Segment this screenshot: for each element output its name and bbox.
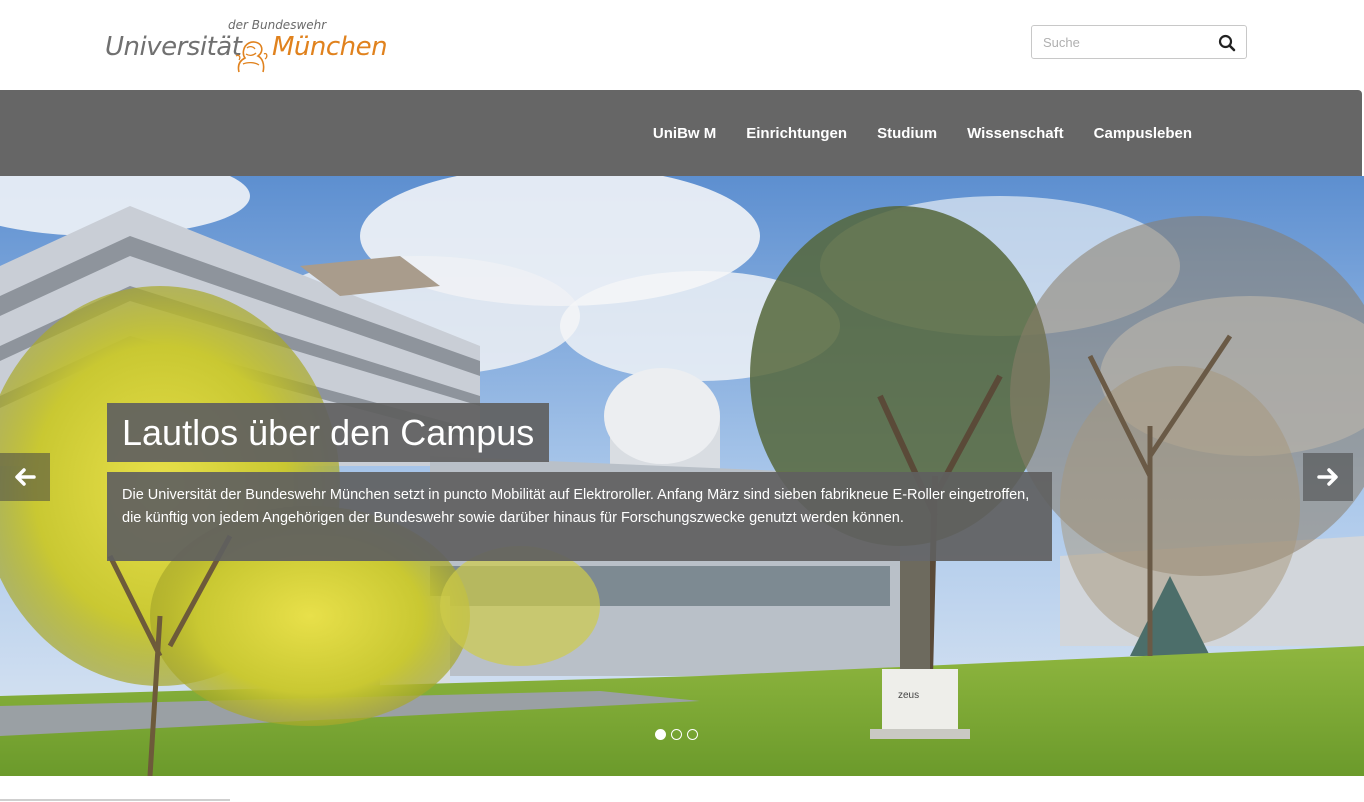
nav-item-studium[interactable]: Studium bbox=[877, 125, 937, 142]
arrow-right-icon bbox=[1317, 468, 1338, 486]
nav-item-einrichtungen[interactable]: Einrichtungen bbox=[746, 125, 847, 142]
carousel-prev-button[interactable] bbox=[0, 453, 50, 501]
logo-text-muenchen: München bbox=[272, 32, 388, 62]
search-icon[interactable] bbox=[1218, 34, 1236, 52]
logo-subtitle: der Bundeswehr bbox=[228, 18, 327, 32]
carousel-dot-3[interactable] bbox=[687, 729, 698, 740]
nav-item-unibw-m[interactable]: UniBw M bbox=[653, 125, 716, 142]
logo-text-universitaet: Universität bbox=[105, 32, 242, 62]
main-navigation: UniBw M Einrichtungen Studium Wissenscha… bbox=[0, 90, 1362, 176]
nav-item-wissenschaft[interactable]: Wissenschaft bbox=[967, 125, 1064, 142]
carousel-dot-2[interactable] bbox=[671, 729, 682, 740]
site-header: der Bundeswehr Universität München bbox=[0, 0, 1364, 90]
university-logo[interactable]: der Bundeswehr Universität München bbox=[105, 16, 388, 76]
search-box bbox=[1031, 25, 1247, 59]
arrow-left-icon bbox=[15, 468, 36, 486]
slide-description: Die Universität der Bundeswehr München s… bbox=[107, 472, 1052, 561]
statue-sign-text: zeus bbox=[898, 690, 919, 701]
search-input[interactable] bbox=[1032, 26, 1212, 58]
content-divider bbox=[0, 799, 230, 801]
carousel-indicators bbox=[655, 729, 698, 740]
lion-emblem-icon bbox=[235, 41, 268, 73]
carousel-dot-1[interactable] bbox=[655, 729, 666, 740]
nav-item-campusleben[interactable]: Campusleben bbox=[1094, 125, 1192, 142]
slide-title[interactable]: Lautlos über den Campus bbox=[107, 403, 550, 462]
carousel-next-button[interactable] bbox=[1303, 453, 1353, 501]
